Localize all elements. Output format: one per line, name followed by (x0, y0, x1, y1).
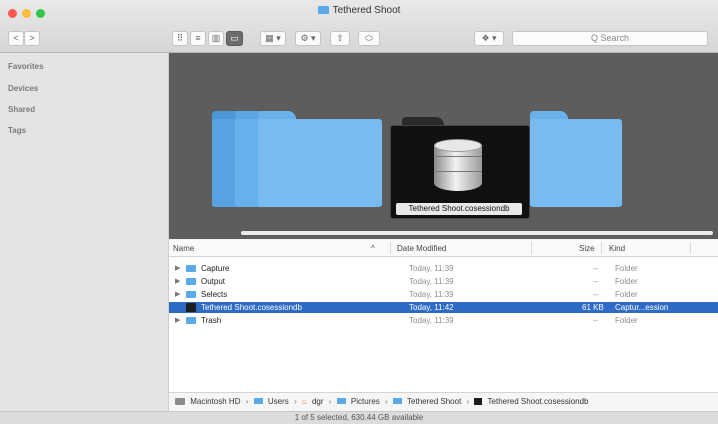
row-kind: Captur...ession (615, 303, 669, 312)
row-name: Selects (201, 290, 228, 299)
row-date: Today, 11:39 (409, 277, 454, 286)
icon-view-button[interactable]: ⠿ (172, 31, 188, 46)
sidebar-section-tags[interactable]: Tags (8, 126, 26, 135)
path-item-macintosh-hd[interactable]: Macintosh HD (190, 397, 240, 406)
row-kind: Folder (615, 290, 638, 299)
gallery-preview: Tethered Shoot.cosessiondb (169, 53, 718, 239)
folder-icon (186, 291, 196, 298)
path-items: Macintosh HD › Users › ⌂ dgr › Pictures … (175, 397, 591, 406)
gallery-view-button[interactable]: ▭ (226, 31, 243, 46)
group-button[interactable]: ▦ ▾ (260, 31, 286, 46)
list-row[interactable]: ▶ Output Today, 11:39 -- Folder (169, 276, 718, 287)
row-name: Capture (201, 264, 230, 273)
session-file-preview[interactable]: Tethered Shoot.cosessiondb (390, 117, 530, 219)
folder-icon (253, 398, 263, 404)
folder-icon (186, 278, 196, 285)
path-bar: Macintosh HD › Users › ⌂ dgr › Pictures … (169, 392, 718, 412)
list-row[interactable]: ▶ Trash Today, 11:39 -- Folder (169, 315, 718, 326)
row-size: -- (593, 290, 599, 299)
action-gear-button[interactable]: ⚙ ▾ (295, 31, 321, 46)
search-field[interactable]: Q Search (512, 31, 708, 46)
list-row[interactable]: ▶ Capture Today, 11:39 -- Folder (169, 263, 718, 274)
session-file-icon (474, 398, 483, 405)
dropbox-button[interactable]: ❖ ▾ (474, 31, 504, 46)
row-date: Today, 11:39 (409, 290, 454, 299)
folder-icon (186, 317, 196, 324)
column-name[interactable]: Name (173, 244, 194, 253)
share-button[interactable]: ⇧ (330, 31, 350, 46)
disclosure-triangle-icon[interactable]: ▶ (175, 315, 180, 326)
row-name: Output (201, 277, 226, 286)
sort-indicator-icon[interactable]: ^ (371, 244, 375, 253)
row-date: Today, 11:42 (409, 303, 454, 312)
back-button[interactable]: < (8, 31, 24, 46)
column-kind[interactable]: Kind (609, 244, 625, 253)
drive-icon (175, 398, 185, 405)
disclosure-triangle-icon[interactable]: ▶ (175, 263, 180, 274)
row-kind: Folder (615, 264, 638, 273)
forward-button[interactable]: > (24, 31, 40, 46)
list-row-selected[interactable]: Tethered Shoot.cosessiondb Today, 11:42 … (169, 302, 718, 313)
row-size: -- (593, 264, 599, 273)
selected-file-label: Tethered Shoot.cosessiondb (396, 203, 522, 215)
row-name: Tethered Shoot.cosessiondb (201, 303, 302, 312)
path-item-dgr[interactable]: dgr (312, 397, 324, 406)
folder-preview-selects[interactable] (258, 111, 382, 207)
home-icon: ⌂ (301, 397, 307, 406)
list-view-button[interactable]: ≡ (190, 31, 206, 46)
sidebar-section-shared[interactable]: Shared (8, 105, 35, 114)
folder-icon (336, 398, 346, 404)
title-bar: Tethered Shoot < > ⠿ ≡ ▥ ▭ ▦ ▾ ⚙ ▾ ⇧ ⬭ ❖… (0, 0, 718, 53)
row-kind: Folder (615, 277, 638, 286)
window-title: Tethered Shoot (0, 5, 718, 16)
folder-icon (317, 6, 329, 14)
folder-preview-trash[interactable] (530, 111, 622, 207)
finder-window: Tethered Shoot < > ⠿ ≡ ▥ ▭ ▦ ▾ ⚙ ▾ ⇧ ⬭ ❖… (0, 0, 718, 424)
row-size: 61 KB (582, 303, 604, 312)
column-size[interactable]: Size (579, 244, 595, 253)
column-view-button[interactable]: ▥ (208, 31, 224, 46)
row-size: -- (593, 277, 599, 286)
column-date-modified[interactable]: Date Modified (397, 244, 446, 253)
row-date: Today, 11:39 (409, 264, 454, 273)
row-kind: Folder (615, 316, 638, 325)
status-bar: 1 of 5 selected, 630.44 GB available (0, 411, 718, 424)
sidebar: Favorites Devices Shared Tags (0, 53, 169, 411)
search-placeholder: Q Search (590, 33, 630, 43)
sidebar-section-favorites[interactable]: Favorites (8, 62, 44, 71)
tag-button[interactable]: ⬭ (358, 31, 380, 46)
folder-icon (186, 265, 196, 272)
disclosure-triangle-icon[interactable]: ▶ (175, 276, 180, 287)
path-item-users[interactable]: Users (268, 397, 289, 406)
status-text: 1 of 5 selected, 630.44 GB available (294, 413, 424, 422)
horizontal-scrollbar[interactable] (241, 231, 713, 235)
folder-icon (392, 398, 402, 404)
row-name: Trash (201, 316, 222, 325)
file-list: Name ^ Date Modified Size Kind ▶ Capture… (169, 240, 718, 392)
database-icon (434, 139, 482, 195)
path-item-session-file[interactable]: Tethered Shoot.cosessiondb (488, 397, 589, 406)
path-item-tethered-shoot[interactable]: Tethered Shoot (407, 397, 461, 406)
row-size: -- (593, 316, 599, 325)
path-item-pictures[interactable]: Pictures (351, 397, 380, 406)
list-header: Name ^ Date Modified Size Kind (169, 240, 718, 257)
session-file-icon (186, 303, 196, 312)
sidebar-section-devices[interactable]: Devices (8, 84, 38, 93)
list-row[interactable]: ▶ Selects Today, 11:39 -- Folder (169, 289, 718, 300)
row-date: Today, 11:39 (409, 316, 454, 325)
disclosure-triangle-icon[interactable]: ▶ (175, 289, 180, 300)
